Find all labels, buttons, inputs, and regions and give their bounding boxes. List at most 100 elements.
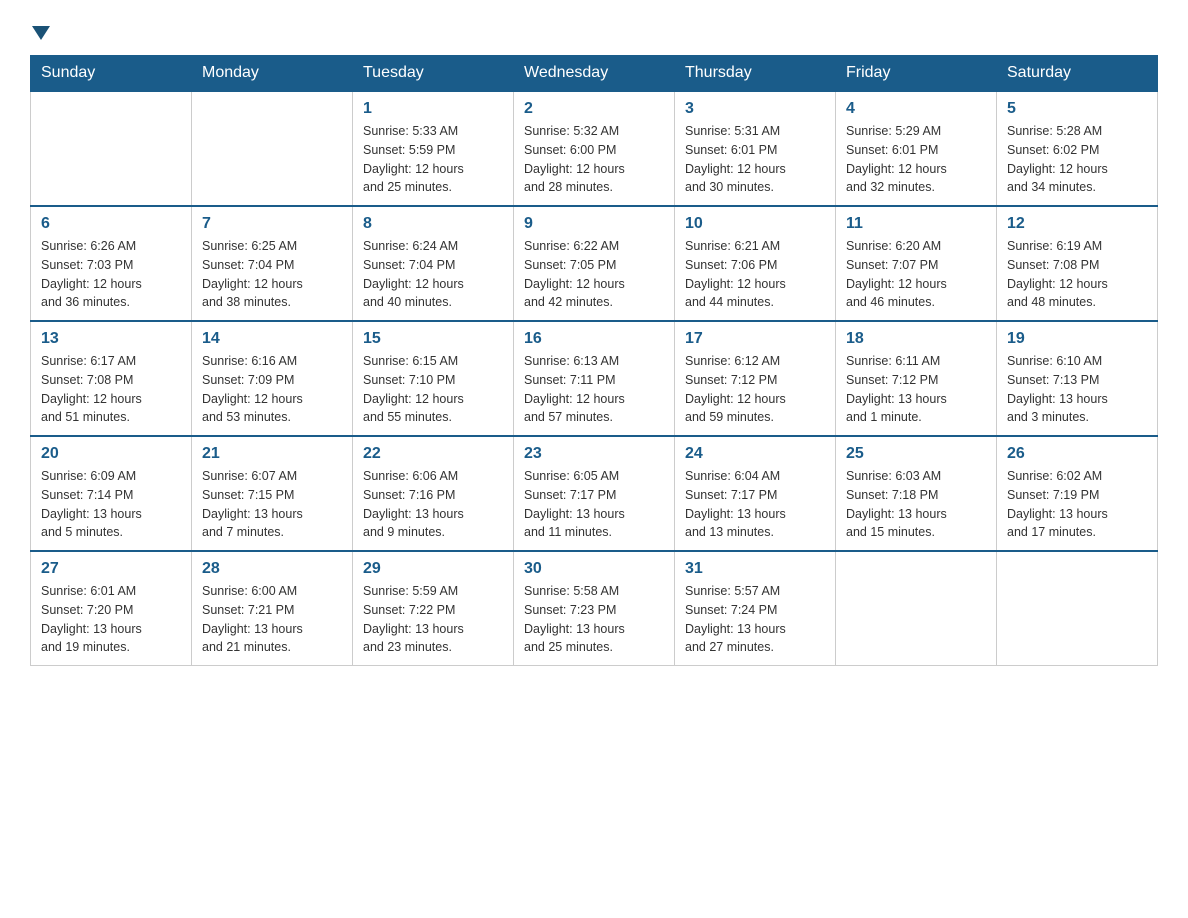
day-info: Sunrise: 5:59 AM Sunset: 7:22 PM Dayligh…	[363, 582, 503, 657]
day-number: 25	[846, 445, 986, 463]
day-number: 14	[202, 330, 342, 348]
logo-triangle-icon	[32, 26, 50, 40]
calendar-cell: 28 Sunrise: 6:00 AM Sunset: 7:21 PM Dayli…	[192, 551, 353, 666]
day-info: Sunrise: 6:04 AM Sunset: 7:17 PM Dayligh…	[685, 467, 825, 542]
day-number: 20	[41, 445, 181, 463]
calendar-cell: 8Sunrise: 6:24 AM Sunset: 7:04 PM Daylig…	[353, 206, 514, 321]
calendar-week-2: 6Sunrise: 6:26 AM Sunset: 7:03 PM Daylig…	[31, 206, 1158, 321]
day-info: Sunrise: 6:19 AM Sunset: 7:08 PM Dayligh…	[1007, 237, 1147, 312]
day-info: Sunrise: 6:13 AM Sunset: 7:11 PM Dayligh…	[524, 352, 664, 427]
calendar-header-thursday: Thursday	[675, 56, 836, 92]
logo	[30, 20, 50, 45]
day-info: Sunrise: 5:58 AM Sunset: 7:23 PM Dayligh…	[524, 582, 664, 657]
calendar-cell: 21 Sunrise: 6:07 AM Sunset: 7:15 PM Dayli…	[192, 436, 353, 551]
calendar-cell: 9 Sunrise: 6:22 AM Sunset: 7:05 PM Daylig…	[514, 206, 675, 321]
calendar-cell	[836, 551, 997, 666]
day-number: 4	[846, 100, 986, 118]
day-number: 9	[524, 215, 664, 233]
calendar-header-wednesday: Wednesday	[514, 56, 675, 92]
day-number: 30	[524, 560, 664, 578]
calendar-header-sunday: Sunday	[31, 56, 192, 92]
calendar-header-row: SundayMondayTuesdayWednesdayThursdayFrid…	[31, 56, 1158, 92]
day-number: 7	[202, 215, 342, 233]
calendar-cell: 22Sunrise: 6:06 AM Sunset: 7:16 PM Dayli…	[353, 436, 514, 551]
day-number: 18	[846, 330, 986, 348]
day-number: 17	[685, 330, 825, 348]
calendar-header-friday: Friday	[836, 56, 997, 92]
calendar-table: SundayMondayTuesdayWednesdayThursdayFrid…	[30, 55, 1158, 666]
calendar-cell: 10 Sunrise: 6:21 AM Sunset: 7:06 PM Dayli…	[675, 206, 836, 321]
calendar-cell	[31, 91, 192, 206]
day-info: Sunrise: 5:57 AM Sunset: 7:24 PM Dayligh…	[685, 582, 825, 657]
calendar-cell	[192, 91, 353, 206]
day-number: 16	[524, 330, 664, 348]
day-number: 13	[41, 330, 181, 348]
day-info: Sunrise: 6:16 AM Sunset: 7:09 PM Dayligh…	[202, 352, 342, 427]
calendar-week-5: 27 Sunrise: 6:01 AM Sunset: 7:20 PM Dayli…	[31, 551, 1158, 666]
day-number: 8	[363, 215, 503, 233]
calendar-cell: 19Sunrise: 6:10 AM Sunset: 7:13 PM Dayli…	[997, 321, 1158, 436]
calendar-week-3: 13 Sunrise: 6:17 AM Sunset: 7:08 PM Dayli…	[31, 321, 1158, 436]
calendar-cell: 13 Sunrise: 6:17 AM Sunset: 7:08 PM Dayli…	[31, 321, 192, 436]
calendar-header-tuesday: Tuesday	[353, 56, 514, 92]
calendar-header-saturday: Saturday	[997, 56, 1158, 92]
day-info: Sunrise: 5:32 AM Sunset: 6:00 PM Dayligh…	[524, 122, 664, 197]
day-number: 29	[363, 560, 503, 578]
calendar-week-1: 1 Sunrise: 5:33 AM Sunset: 5:59 PM Daylig…	[31, 91, 1158, 206]
calendar-cell: 26 Sunrise: 6:02 AM Sunset: 7:19 PM Dayli…	[997, 436, 1158, 551]
day-number: 2	[524, 100, 664, 118]
page-header	[30, 20, 1158, 45]
day-info: Sunrise: 6:03 AM Sunset: 7:18 PM Dayligh…	[846, 467, 986, 542]
day-number: 12	[1007, 215, 1147, 233]
calendar-cell: 7 Sunrise: 6:25 AM Sunset: 7:04 PM Daylig…	[192, 206, 353, 321]
day-number: 3	[685, 100, 825, 118]
calendar-cell: 25 Sunrise: 6:03 AM Sunset: 7:18 PM Dayli…	[836, 436, 997, 551]
day-info: Sunrise: 6:11 AM Sunset: 7:12 PM Dayligh…	[846, 352, 986, 427]
calendar-cell: 29 Sunrise: 5:59 AM Sunset: 7:22 PM Dayli…	[353, 551, 514, 666]
day-info: Sunrise: 6:25 AM Sunset: 7:04 PM Dayligh…	[202, 237, 342, 312]
day-info: Sunrise: 6:09 AM Sunset: 7:14 PM Dayligh…	[41, 467, 181, 542]
calendar-cell: 2 Sunrise: 5:32 AM Sunset: 6:00 PM Daylig…	[514, 91, 675, 206]
calendar-cell: 14 Sunrise: 6:16 AM Sunset: 7:09 PM Dayli…	[192, 321, 353, 436]
day-info: Sunrise: 6:20 AM Sunset: 7:07 PM Dayligh…	[846, 237, 986, 312]
day-info: Sunrise: 6:12 AM Sunset: 7:12 PM Dayligh…	[685, 352, 825, 427]
calendar-cell: 23Sunrise: 6:05 AM Sunset: 7:17 PM Dayli…	[514, 436, 675, 551]
day-info: Sunrise: 6:15 AM Sunset: 7:10 PM Dayligh…	[363, 352, 503, 427]
calendar-cell: 20 Sunrise: 6:09 AM Sunset: 7:14 PM Dayli…	[31, 436, 192, 551]
day-number: 23	[524, 445, 664, 463]
calendar-cell: 30 Sunrise: 5:58 AM Sunset: 7:23 PM Dayli…	[514, 551, 675, 666]
day-number: 27	[41, 560, 181, 578]
calendar-cell: 5Sunrise: 5:28 AM Sunset: 6:02 PM Daylig…	[997, 91, 1158, 206]
day-info: Sunrise: 6:17 AM Sunset: 7:08 PM Dayligh…	[41, 352, 181, 427]
day-number: 1	[363, 100, 503, 118]
day-number: 28	[202, 560, 342, 578]
calendar-cell: 24 Sunrise: 6:04 AM Sunset: 7:17 PM Dayli…	[675, 436, 836, 551]
calendar-cell: 12 Sunrise: 6:19 AM Sunset: 7:08 PM Dayli…	[997, 206, 1158, 321]
calendar-header-monday: Monday	[192, 56, 353, 92]
day-number: 24	[685, 445, 825, 463]
day-number: 11	[846, 215, 986, 233]
day-number: 26	[1007, 445, 1147, 463]
day-info: Sunrise: 6:21 AM Sunset: 7:06 PM Dayligh…	[685, 237, 825, 312]
calendar-week-4: 20 Sunrise: 6:09 AM Sunset: 7:14 PM Dayli…	[31, 436, 1158, 551]
calendar-cell: 6Sunrise: 6:26 AM Sunset: 7:03 PM Daylig…	[31, 206, 192, 321]
day-number: 31	[685, 560, 825, 578]
day-number: 21	[202, 445, 342, 463]
day-number: 5	[1007, 100, 1147, 118]
day-number: 15	[363, 330, 503, 348]
day-info: Sunrise: 6:10 AM Sunset: 7:13 PM Dayligh…	[1007, 352, 1147, 427]
day-info: Sunrise: 6:00 AM Sunset: 7:21 PM Dayligh…	[202, 582, 342, 657]
day-number: 22	[363, 445, 503, 463]
day-info: Sunrise: 6:07 AM Sunset: 7:15 PM Dayligh…	[202, 467, 342, 542]
calendar-cell: 17 Sunrise: 6:12 AM Sunset: 7:12 PM Dayli…	[675, 321, 836, 436]
day-info: Sunrise: 5:33 AM Sunset: 5:59 PM Dayligh…	[363, 122, 503, 197]
day-info: Sunrise: 6:01 AM Sunset: 7:20 PM Dayligh…	[41, 582, 181, 657]
day-info: Sunrise: 6:22 AM Sunset: 7:05 PM Dayligh…	[524, 237, 664, 312]
day-info: Sunrise: 6:02 AM Sunset: 7:19 PM Dayligh…	[1007, 467, 1147, 542]
calendar-cell: 27 Sunrise: 6:01 AM Sunset: 7:20 PM Dayli…	[31, 551, 192, 666]
day-number: 10	[685, 215, 825, 233]
calendar-cell: 15 Sunrise: 6:15 AM Sunset: 7:10 PM Dayli…	[353, 321, 514, 436]
day-info: Sunrise: 5:31 AM Sunset: 6:01 PM Dayligh…	[685, 122, 825, 197]
calendar-cell	[997, 551, 1158, 666]
day-info: Sunrise: 5:29 AM Sunset: 6:01 PM Dayligh…	[846, 122, 986, 197]
